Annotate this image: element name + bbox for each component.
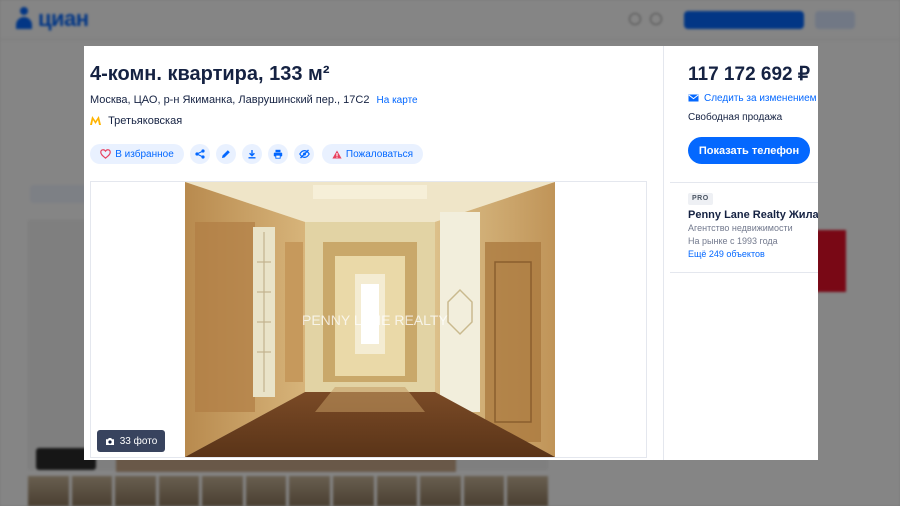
price-card: 117 172 692 ₽ Следить за изменением ц Св… — [670, 46, 818, 272]
watermark-text: PENNY LANE REALTY — [302, 312, 448, 328]
share-icon — [195, 149, 205, 159]
agent-years: На рынке с 1993 года — [688, 236, 778, 246]
metro-station-name: Третьяковская — [108, 115, 183, 127]
warning-icon — [332, 150, 342, 158]
note-button[interactable] — [216, 144, 236, 164]
download-icon — [248, 150, 256, 159]
share-button[interactable] — [190, 144, 210, 164]
agent-type: Агентство недвижимости — [688, 223, 793, 233]
show-phone-button[interactable]: Показать телефон — [688, 137, 810, 164]
price: 117 172 692 ₽ — [688, 64, 810, 85]
follow-price-label: Следить за изменением ц — [704, 93, 818, 104]
heart-icon — [100, 149, 112, 159]
complain-button[interactable]: Пожаловаться — [322, 144, 423, 164]
map-link[interactable]: На карте — [377, 95, 418, 106]
address-text: Москва, ЦАО, р-н Якиманка, Лаврушинский … — [90, 94, 370, 106]
pro-badge: PRO — [688, 193, 713, 205]
follow-price-link[interactable]: Следить за изменением ц — [688, 93, 818, 104]
favorite-label: В избранное — [115, 148, 174, 160]
listing-modal: 4-комн. квартира, 133 м² Москва, ЦАО, р-… — [84, 46, 818, 460]
sidebar-bottom-divider — [670, 272, 818, 273]
photos-count-button[interactable]: 33 фото — [97, 430, 165, 452]
favorite-button[interactable]: В избранное — [90, 144, 184, 164]
sale-type: Свободная продажа — [688, 112, 783, 123]
pencil-icon — [222, 150, 230, 158]
metro-station: Третьяковская — [90, 115, 182, 127]
mail-icon — [688, 94, 699, 102]
metro-icon — [90, 116, 101, 125]
listing-actions: В избранное Пожаловаться — [90, 144, 429, 164]
hide-button[interactable] — [294, 144, 314, 164]
eye-off-icon — [298, 149, 310, 159]
agent-more-link[interactable]: Ещё 249 объектов — [688, 249, 765, 259]
complain-label: Пожаловаться — [345, 148, 414, 160]
main-photo[interactable]: PENNY LANE REALTY — [185, 182, 555, 457]
photos-count-label: 33 фото — [119, 435, 158, 447]
agent-name[interactable]: Penny Lane Realty Жилая — [688, 209, 818, 221]
photo-gallery: PENNY LANE REALTY 33 фото — [90, 181, 647, 458]
download-button[interactable] — [242, 144, 262, 164]
listing-title: 4-комн. квартира, 133 м² — [90, 63, 330, 85]
print-button[interactable] — [268, 144, 288, 164]
modal-sidebar: 117 172 692 ₽ Следить за изменением ц Св… — [670, 46, 818, 460]
modal-main-column: 4-комн. квартира, 133 м² Москва, ЦАО, р-… — [84, 46, 664, 460]
camera-icon — [105, 437, 114, 445]
sidebar-divider — [670, 182, 818, 183]
corridor-photo: PENNY LANE REALTY — [185, 182, 555, 457]
listing-address: Москва, ЦАО, р-н Якиманка, Лаврушинский … — [90, 94, 418, 106]
print-icon — [273, 149, 283, 159]
